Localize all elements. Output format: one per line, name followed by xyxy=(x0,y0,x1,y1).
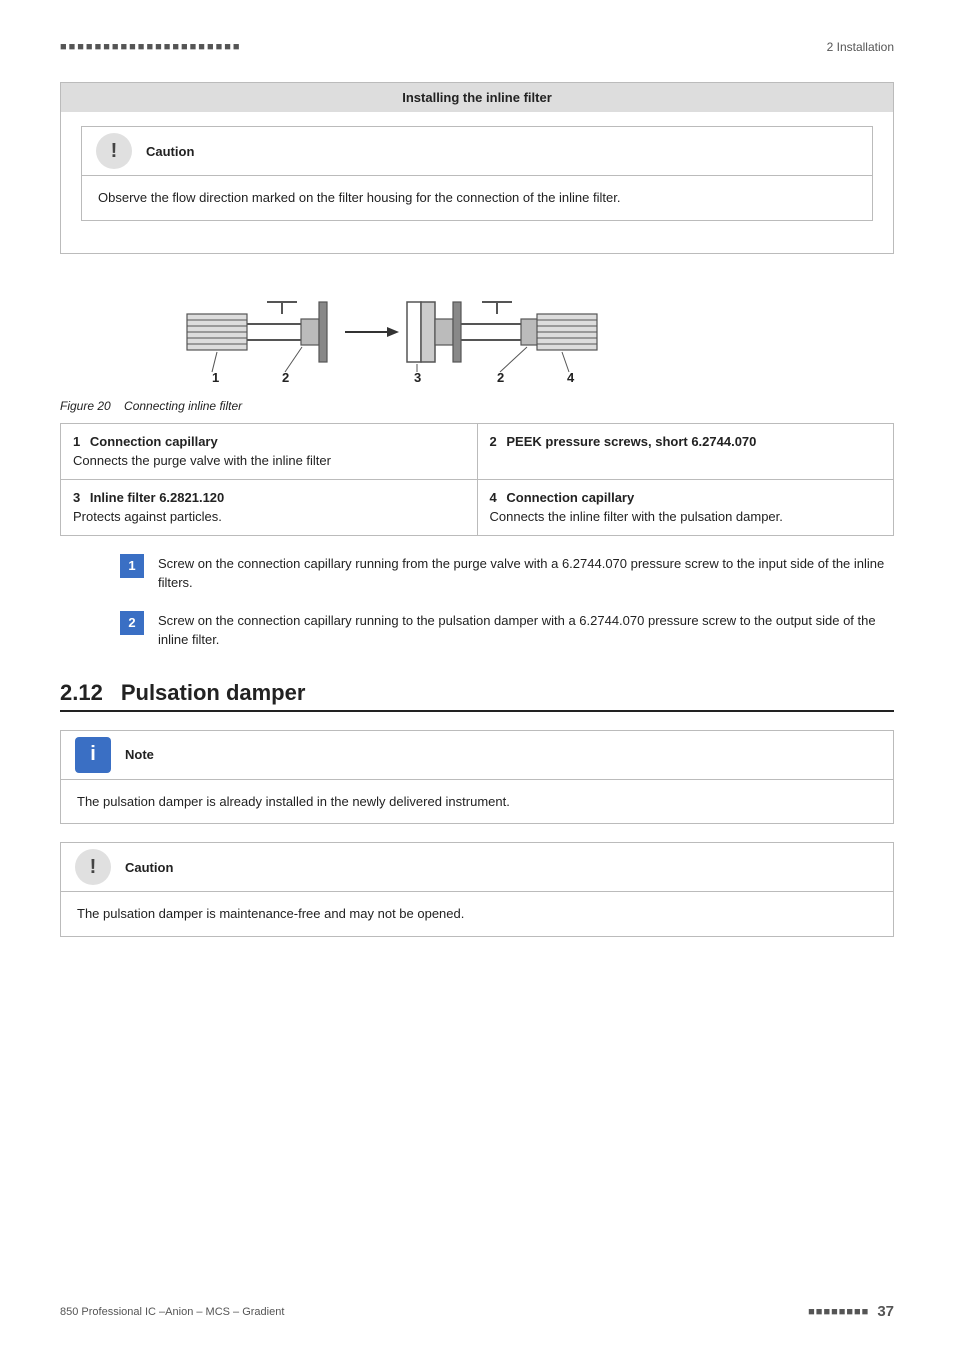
caution-body-2: The pulsation damper is maintenance-free… xyxy=(61,892,893,936)
step-num-1: 1 xyxy=(120,554,144,578)
step-row-2: 2 Screw on the connection capillary runn… xyxy=(120,611,894,650)
legend-cell-4: 4 Connection capillary Connects the inli… xyxy=(477,479,894,535)
legend-num-4: 4 xyxy=(490,490,497,505)
header: ■■■■■■■■■■■■■■■■■■■■■ 2 Installation xyxy=(60,40,894,54)
caution-box-2: ! Caution The pulsation damper is mainte… xyxy=(60,842,894,937)
legend-title-3: Inline filter 6.2821.120 xyxy=(90,490,224,505)
legend-cell-2: 2 PEEK pressure screws, short 6.2744.070 xyxy=(477,423,894,479)
caution-label-2: Caution xyxy=(125,860,173,875)
section-212-title: Pulsation damper xyxy=(121,680,306,706)
footer-pagenum: 37 xyxy=(877,1303,894,1320)
note-label-1: Note xyxy=(125,747,154,762)
legend-num-2: 2 xyxy=(490,434,497,449)
legend-num-3: 3 xyxy=(73,490,80,505)
caution-header-2: ! Caution xyxy=(61,843,893,892)
step-num-2: 2 xyxy=(120,611,144,635)
step-text-2: Screw on the connection capillary runnin… xyxy=(158,611,894,650)
note-body-1: The pulsation damper is already installe… xyxy=(61,780,893,824)
svg-text:2: 2 xyxy=(282,370,289,385)
figure-inline-filter: 1 2 3 2 4 xyxy=(177,272,777,392)
caution-body-1: Observe the flow direction marked on the… xyxy=(82,176,872,220)
steps-area: 1 Screw on the connection capillary runn… xyxy=(120,554,894,650)
caution-label-1: Caution xyxy=(146,144,194,159)
legend-title-1: Connection capillary xyxy=(90,434,218,449)
installing-inline-filter-body: ! Caution Observe the flow direction mar… xyxy=(61,112,893,253)
installing-inline-filter-box: Installing the inline filter ! Caution O… xyxy=(60,82,894,254)
figure-area: 1 2 3 2 4 Figure 20 Connecting inline fi… xyxy=(60,272,894,413)
figure-svg-row: 1 2 3 2 4 xyxy=(60,272,894,392)
header-section: 2 Installation xyxy=(827,40,894,54)
step-text-1: Screw on the connection capillary runnin… xyxy=(158,554,894,593)
legend-row-2: 3 Inline filter 6.2821.120 Protects agai… xyxy=(61,479,894,535)
caution-header-1: ! Caution xyxy=(82,127,872,176)
svg-text:1: 1 xyxy=(212,370,219,385)
footer-dots: ■■■■■■■■ xyxy=(808,1306,869,1318)
svg-text:2: 2 xyxy=(497,370,504,385)
installing-inline-filter-title: Installing the inline filter xyxy=(61,83,893,112)
section-212-heading: 2.12 Pulsation damper xyxy=(60,680,894,712)
figure-caption-label: Figure 20 xyxy=(60,399,111,413)
page: ■■■■■■■■■■■■■■■■■■■■■ 2 Installation Ins… xyxy=(0,0,954,1350)
caution-icon-1: ! xyxy=(96,133,132,169)
note-icon-1: i xyxy=(75,737,111,773)
legend-title-4: Connection capillary xyxy=(506,490,634,505)
note-text-1: The pulsation damper is already installe… xyxy=(77,794,510,809)
legend-cell-3: 3 Inline filter 6.2821.120 Protects agai… xyxy=(61,479,478,535)
section-212-num: 2.12 xyxy=(60,680,103,706)
caution-text-2: The pulsation damper is maintenance-free… xyxy=(77,906,464,921)
svg-text:4: 4 xyxy=(567,370,575,385)
step-row-1: 1 Screw on the connection capillary runn… xyxy=(120,554,894,593)
figure-caption-text: Connecting inline filter xyxy=(124,399,242,413)
legend-desc-4: Connects the inline filter with the puls… xyxy=(490,509,783,524)
footer: 850 Professional IC –Anion – MCS – Gradi… xyxy=(60,1303,894,1320)
legend-title-2: PEEK pressure screws, short 6.2744.070 xyxy=(506,434,756,449)
legend-table: 1 Connection capillary Connects the purg… xyxy=(60,423,894,536)
figure-caption: Figure 20 Connecting inline filter xyxy=(60,398,242,413)
header-dots: ■■■■■■■■■■■■■■■■■■■■■ xyxy=(60,41,242,53)
footer-page: ■■■■■■■■ 37 xyxy=(808,1303,894,1320)
note-header-1: i Note xyxy=(61,731,893,780)
legend-cell-1: 1 Connection capillary Connects the purg… xyxy=(61,423,478,479)
legend-row-1: 1 Connection capillary Connects the purg… xyxy=(61,423,894,479)
caution-text-1: Observe the flow direction marked on the… xyxy=(98,190,620,205)
legend-desc-1: Connects the purge valve with the inline… xyxy=(73,453,331,468)
svg-text:3: 3 xyxy=(414,370,421,385)
caution-box-1: ! Caution Observe the flow direction mar… xyxy=(81,126,873,221)
footer-product: 850 Professional IC –Anion – MCS – Gradi… xyxy=(60,1306,284,1318)
legend-desc-3: Protects against particles. xyxy=(73,509,222,524)
note-box-1: i Note The pulsation damper is already i… xyxy=(60,730,894,825)
caution-icon-2: ! xyxy=(75,849,111,885)
legend-num-1: 1 xyxy=(73,434,80,449)
